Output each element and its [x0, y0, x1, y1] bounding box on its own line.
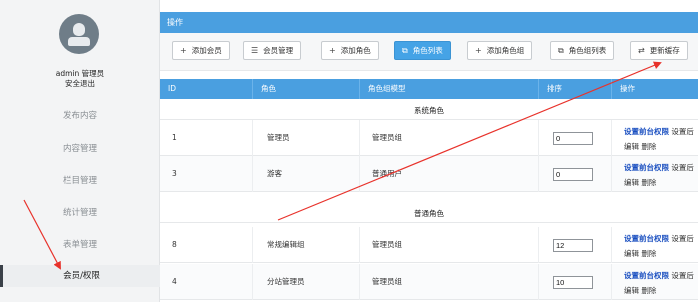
plus-icon: + [180, 46, 187, 55]
toolbar: + 添加会员 ☰ 会员管理 + 添加角色 ⧉ 角色列表 + 添加角色组 ⧉ 角色组列表 ⇄ 更… [160, 33, 698, 71]
edit-link[interactable]: 编辑 [624, 249, 639, 258]
column-header-role: 角色 [252, 79, 359, 99]
edit-link[interactable]: 编辑 [624, 178, 639, 187]
back-permission-link[interactable]: 设置后 [671, 234, 694, 243]
sidebar-item-members[interactable]: 会员/权限 [0, 265, 160, 287]
cell-sort [538, 156, 611, 192]
front-permission-link[interactable]: 设置前台权限 [624, 271, 669, 280]
delete-link[interactable]: 删除 [641, 249, 656, 258]
column-header-group-model: 角色组模型 [359, 79, 538, 99]
panel-title: 操作 [160, 12, 698, 33]
cell-role: 分站管理员 [252, 264, 359, 300]
sidebar-item-columns[interactable]: 栏目管理 [0, 170, 160, 192]
group-header: 系统角色 [160, 101, 698, 120]
button-label: 角色列表 [412, 46, 443, 55]
cell-role: 游客 [252, 156, 359, 192]
front-permission-link[interactable]: 设置前台权限 [624, 127, 669, 136]
button-label: 角色组列表 [568, 46, 607, 55]
edit-link[interactable]: 编辑 [624, 142, 639, 151]
button-label: 会员管理 [263, 46, 294, 55]
list-icon: ☰ [251, 46, 259, 55]
cell-group-model: 普通用户 [359, 156, 538, 192]
add-member-button[interactable]: + 添加会员 [172, 41, 230, 60]
cell-actions: 设置前台权限 设置后 编辑 删除 [611, 264, 698, 300]
sidebar-item-stats[interactable]: 统计管理 [0, 202, 160, 224]
column-header-actions: 操作 [611, 79, 698, 99]
sidebar: admin 管理员 安全退出 发布内容 内容管理 栏目管理 统计管理 表单管理 … [0, 0, 160, 302]
delete-link[interactable]: 删除 [641, 286, 656, 295]
cell-group-model: 管理员组 [359, 264, 538, 300]
roles-icon: ⧉ [558, 46, 564, 55]
user-icon-head [73, 23, 85, 36]
back-permission-link[interactable]: 设置后 [671, 163, 694, 172]
sort-input[interactable] [553, 132, 593, 145]
table-row: 4 分站管理员 管理员组 设置前台权限 设置后 编辑 删除 [160, 264, 698, 300]
cell-id: 4 [172, 277, 177, 286]
cell-id: 8 [172, 240, 177, 249]
back-permission-link[interactable]: 设置后 [671, 127, 694, 136]
front-permission-link[interactable]: 设置前台权限 [624, 234, 669, 243]
cell-sort [538, 227, 611, 263]
add-role-group-button[interactable]: + 添加角色组 [467, 41, 533, 60]
table-row: 8 常规编辑组 管理员组 设置前台权限 设置后 编辑 删除 [160, 227, 698, 263]
user-icon-body [68, 37, 90, 46]
cell-id: 3 [172, 169, 177, 178]
avatar[interactable] [59, 14, 99, 54]
roles-icon: ⧉ [402, 46, 408, 55]
delete-link[interactable]: 删除 [641, 142, 656, 151]
main-content: 操作 + 添加会员 ☰ 会员管理 + 添加角色 ⧉ 角色列表 + 添加角色组 ⧉ 角色组列表… [160, 0, 698, 302]
cell-actions: 设置前台权限 设置后 编辑 删除 [611, 120, 698, 156]
button-label: 添加角色组 [486, 46, 525, 55]
table-row: 3 游客 普通用户 设置前台权限 设置后 编辑 删除 [160, 156, 698, 192]
role-group-list-button[interactable]: ⧉ 角色组列表 [550, 41, 615, 60]
cell-id: 1 [172, 133, 177, 142]
front-permission-link[interactable]: 设置前台权限 [624, 163, 669, 172]
cell-group-model: 管理员组 [359, 120, 538, 156]
column-header-sort: 排序 [538, 79, 611, 99]
cell-sort [538, 120, 611, 156]
refresh-icon: ⇄ [638, 46, 645, 55]
button-label: 添加角色 [340, 46, 371, 55]
cell-actions: 设置前台权限 设置后 编辑 删除 [611, 227, 698, 263]
add-role-button[interactable]: + 添加角色 [321, 41, 379, 60]
group-header: 普通角色 [160, 204, 698, 223]
member-manage-button[interactable]: ☰ 会员管理 [243, 41, 302, 60]
sidebar-item-publish[interactable]: 发布内容 [0, 105, 160, 127]
sidebar-item-forms[interactable]: 表单管理 [0, 234, 160, 256]
plus-icon: + [329, 46, 336, 55]
back-permission-link[interactable]: 设置后 [671, 271, 694, 280]
column-header-id: ID [168, 84, 176, 93]
cell-actions: 设置前台权限 设置后 编辑 删除 [611, 156, 698, 192]
sort-input[interactable] [553, 276, 593, 289]
logout-link[interactable]: 安全退出 [0, 78, 160, 89]
button-label: 更新缓存 [649, 46, 680, 55]
table-row: 1 管理员 管理员组 设置前台权限 设置后 编辑 删除 [160, 120, 698, 156]
cell-role: 常规编辑组 [252, 227, 359, 263]
edit-link[interactable]: 编辑 [624, 286, 639, 295]
button-label: 添加会员 [191, 46, 222, 55]
cell-role: 管理员 [252, 120, 359, 156]
cell-sort [538, 264, 611, 300]
cell-group-model: 管理员组 [359, 227, 538, 263]
table-header: ID 角色 角色组模型 排序 操作 [160, 79, 698, 99]
sort-input[interactable] [553, 168, 593, 181]
sidebar-item-content[interactable]: 内容管理 [0, 138, 160, 160]
role-list-button[interactable]: ⧉ 角色列表 [394, 41, 451, 60]
sort-input[interactable] [553, 239, 593, 252]
update-cache-button[interactable]: ⇄ 更新缓存 [630, 41, 688, 60]
plus-icon: + [475, 46, 482, 55]
delete-link[interactable]: 删除 [641, 178, 656, 187]
